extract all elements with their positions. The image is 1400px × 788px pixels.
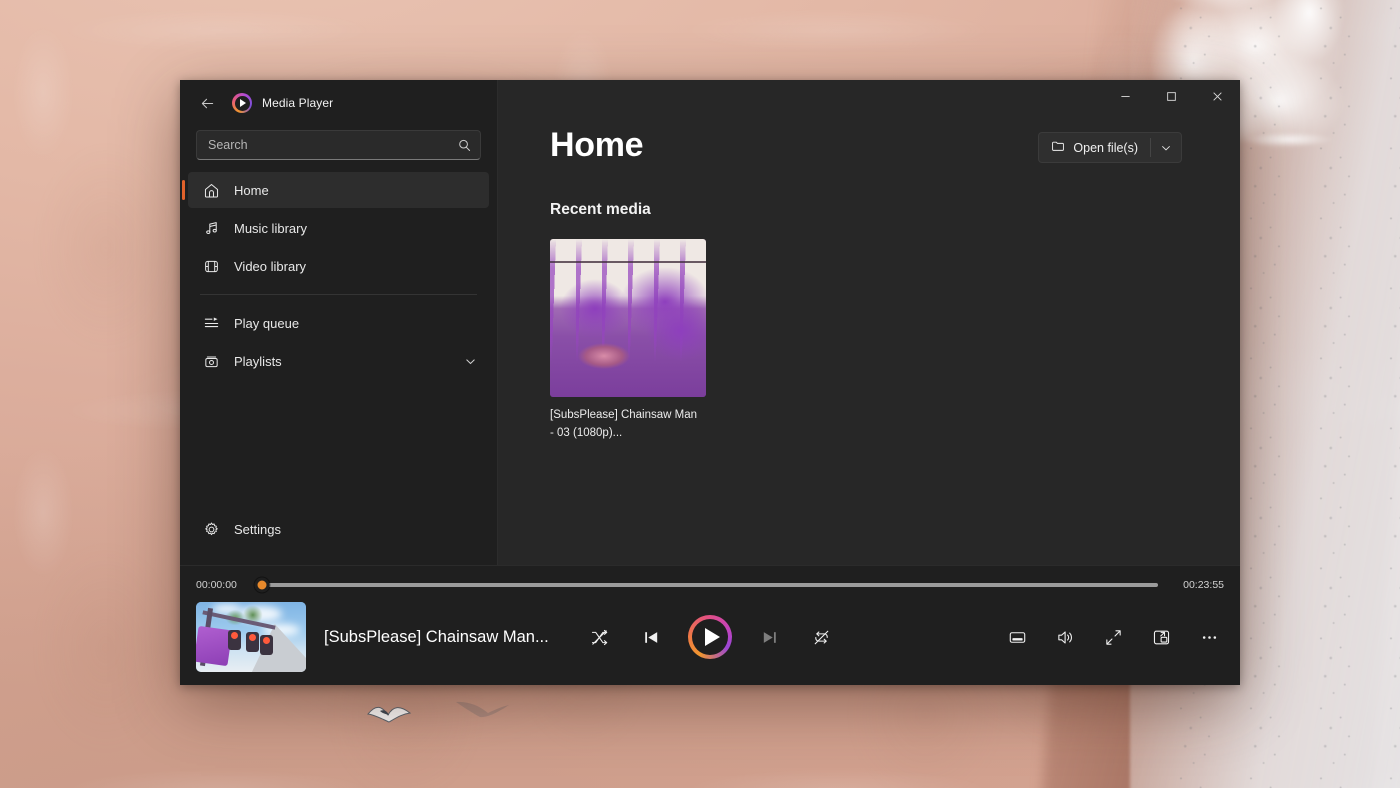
repeat-off-icon	[814, 630, 828, 644]
purple-splatter-thumbnail	[550, 239, 706, 397]
search-icon[interactable]	[457, 138, 472, 153]
previous-button[interactable]	[636, 622, 666, 652]
play-icon	[704, 628, 720, 646]
open-files-dropdown-button[interactable]	[1151, 133, 1181, 162]
media-player-window: Media Player Search Home Music library V…	[180, 80, 1240, 685]
sidebar-header: Media Player	[180, 80, 497, 126]
media-card[interactable]: [SubsPlease] Chainsaw Man - 03 (1080p)..…	[550, 239, 706, 443]
home-icon	[202, 181, 220, 199]
seek-slider[interactable]	[254, 577, 1158, 593]
player-bar: 00:00:00 00:23:55 [SubsPlease] Chainsaw …	[180, 565, 1240, 685]
back-button[interactable]	[192, 88, 222, 118]
now-playing-title: [SubsPlease] Chainsaw Man...	[324, 627, 549, 646]
sidebar-item-play-queue[interactable]: Play queue	[188, 305, 489, 341]
video-film-icon	[202, 257, 220, 275]
sidebar-nav: Home Music library Video library Play qu…	[180, 170, 497, 381]
subtitles-button[interactable]	[1002, 622, 1032, 652]
sidebar-item-label: Music library	[234, 220, 307, 236]
more-options-button[interactable]	[1194, 622, 1224, 652]
search-input[interactable]	[208, 138, 457, 152]
sidebar-item-label: Settings	[234, 521, 281, 537]
back-arrow-icon	[201, 98, 213, 108]
close-icon	[1212, 91, 1222, 101]
seek-thumb[interactable]	[254, 577, 270, 593]
desktop-wallpaper: Media Player Search Home Music library V…	[0, 0, 1400, 788]
media-card-caption: [SubsPlease] Chainsaw Man - 03 (1080p)..…	[550, 409, 698, 439]
sidebar-item-music-library[interactable]: Music library	[188, 210, 489, 246]
sidebar: Media Player Search Home Music library V…	[180, 80, 498, 565]
music-note-icon	[202, 219, 220, 237]
chevron-down-icon[interactable]	[464, 355, 477, 368]
chevron-down-icon	[1162, 145, 1170, 150]
recent-media-grid: [SubsPlease] Chainsaw Man - 03 (1080p)..…	[498, 219, 1240, 443]
search-container	[180, 126, 497, 170]
sidebar-item-video-library[interactable]: Video library	[188, 248, 489, 284]
open-files-label: Open file(s)	[1073, 140, 1138, 155]
app-brand: Media Player	[232, 93, 333, 113]
next-button[interactable]	[754, 622, 784, 652]
now-playing: [SubsPlease] Chainsaw Man...	[196, 602, 549, 672]
player-controls-row: [SubsPlease] Chainsaw Man...	[180, 594, 1240, 680]
open-files-split-button: Open file(s)	[1038, 132, 1182, 163]
gear-icon	[202, 520, 220, 538]
transport-controls	[584, 615, 836, 659]
folder-icon	[1051, 139, 1065, 156]
fullscreen-button[interactable]	[1098, 622, 1128, 652]
mini-player-icon	[1153, 630, 1169, 644]
sidebar-footer: Settings	[180, 509, 497, 565]
seek-row: 00:00:00 00:23:55	[180, 576, 1240, 594]
sidebar-item-settings[interactable]: Settings	[188, 511, 489, 547]
maximize-button[interactable]	[1148, 80, 1194, 112]
play-button[interactable]	[688, 615, 732, 659]
volume-button[interactable]	[1050, 622, 1080, 652]
sidebar-item-label: Home	[234, 182, 269, 198]
minimize-button[interactable]	[1102, 80, 1148, 112]
shuffle-icon	[591, 629, 607, 645]
fullscreen-expand-icon	[1105, 629, 1121, 645]
open-files-button[interactable]: Open file(s)	[1039, 133, 1150, 162]
duration-time: 00:23:55	[1183, 579, 1224, 591]
street-scene-thumbnail[interactable]	[196, 602, 306, 672]
repeat-button[interactable]	[806, 622, 836, 652]
player-tools	[1002, 622, 1224, 652]
page-header: Home Open file(s)	[498, 112, 1240, 165]
sidebar-divider	[200, 294, 477, 295]
playlists-icon	[202, 352, 220, 370]
sidebar-item-playlists[interactable]: Playlists	[188, 343, 489, 379]
previous-track-icon	[644, 631, 657, 643]
sidebar-item-label: Playlists	[234, 353, 282, 369]
play-queue-icon	[202, 314, 220, 332]
next-track-icon	[763, 631, 776, 643]
media-player-logo-icon	[232, 93, 252, 113]
main-content: Home Open file(s) Recent media [SubsPlea…	[498, 80, 1240, 565]
sidebar-item-label: Video library	[234, 258, 307, 274]
mini-player-button[interactable]	[1146, 622, 1176, 652]
app-title: Media Player	[262, 96, 334, 110]
recent-media-heading: Recent media	[550, 201, 651, 218]
seagull-icon	[367, 706, 412, 723]
ellipsis-icon	[1202, 635, 1216, 639]
minimize-icon	[1120, 95, 1130, 97]
sidebar-item-label: Play queue	[234, 315, 300, 331]
search-box[interactable]	[196, 130, 481, 160]
seagull-shadow	[456, 701, 509, 718]
close-button[interactable]	[1194, 80, 1240, 112]
page-title: Home	[550, 126, 644, 164]
shuffle-button[interactable]	[584, 622, 614, 652]
volume-icon	[1057, 630, 1072, 644]
window-titlebar	[498, 80, 1240, 112]
closed-caption-icon	[1009, 631, 1025, 643]
sidebar-item-home[interactable]: Home	[182, 172, 489, 208]
maximize-icon	[1166, 91, 1176, 101]
elapsed-time: 00:00:00	[196, 579, 237, 591]
